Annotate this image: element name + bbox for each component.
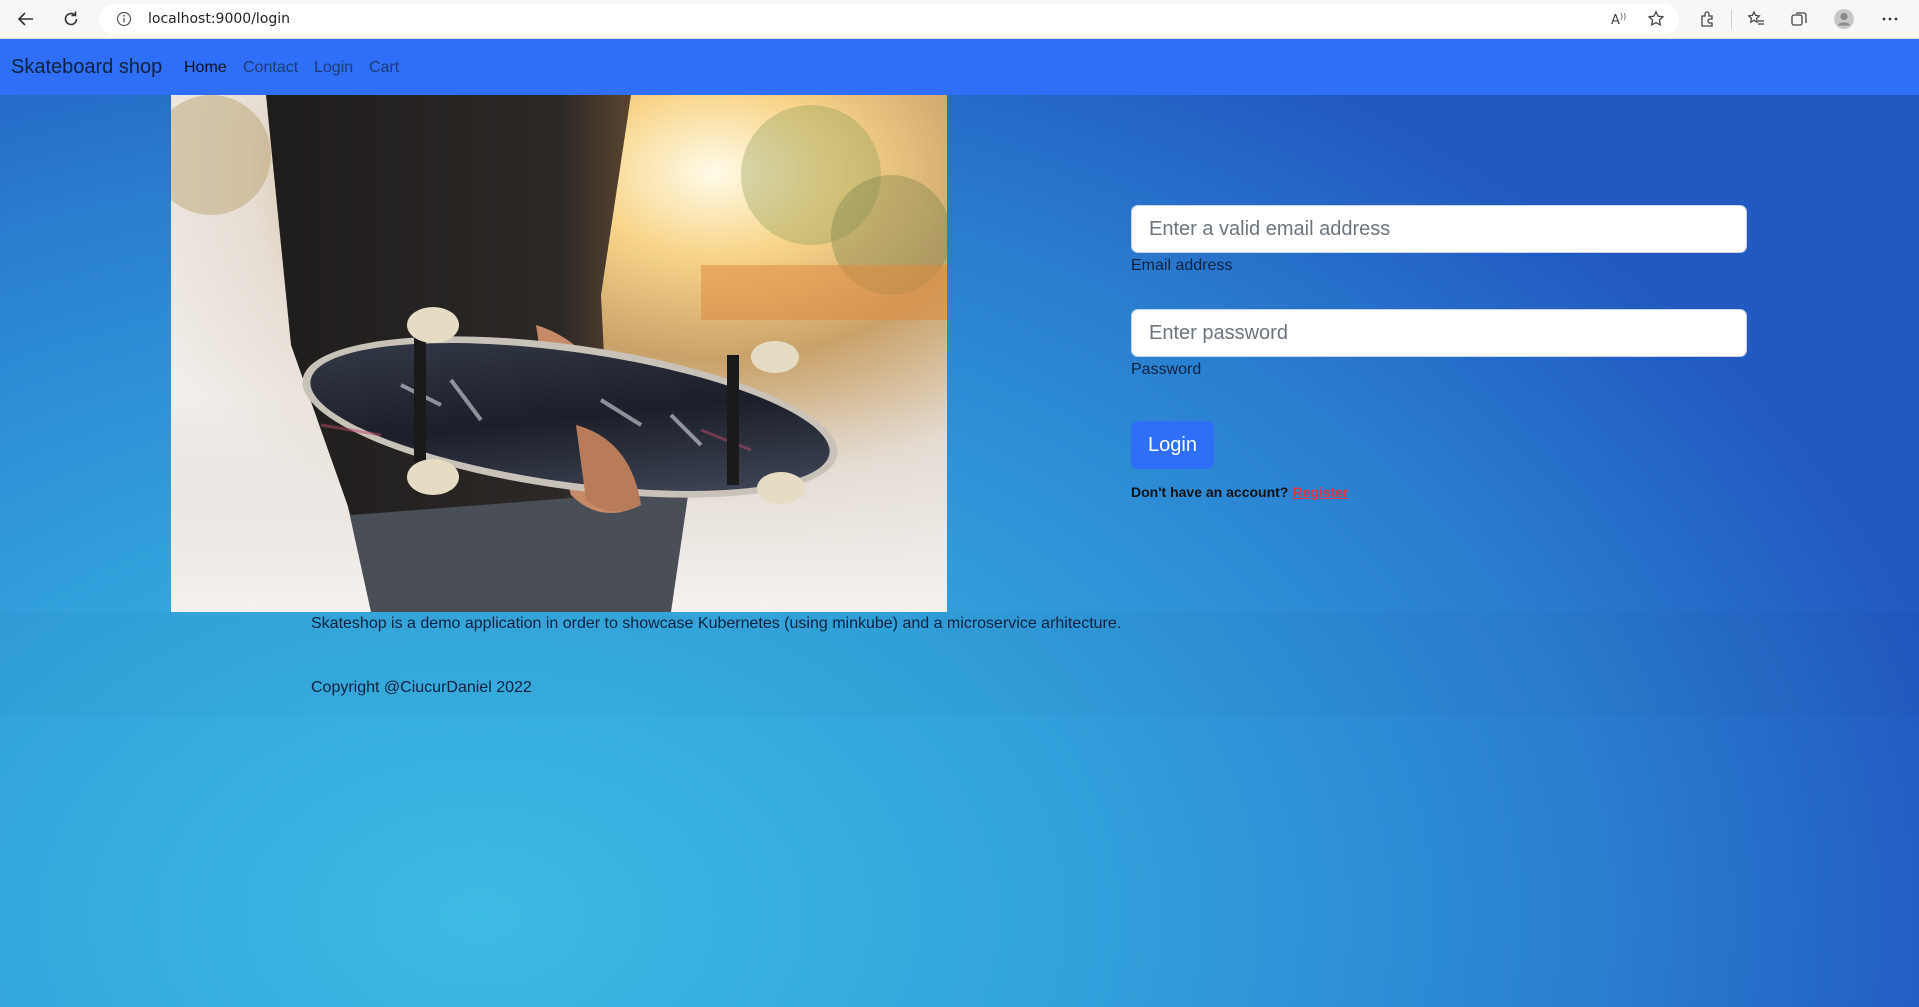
email-input[interactable] bbox=[1131, 205, 1747, 253]
svg-text:)): )) bbox=[1620, 12, 1626, 21]
site-info-icon[interactable] bbox=[116, 11, 132, 32]
toolbar-divider bbox=[1731, 10, 1732, 29]
password-input[interactable] bbox=[1131, 309, 1747, 357]
read-aloud-icon[interactable]: A)) bbox=[1608, 8, 1630, 30]
collections-icon[interactable] bbox=[1788, 8, 1810, 30]
extensions-icon[interactable] bbox=[1696, 8, 1718, 30]
navbar: Skateboard shop Home Contact Login Cart bbox=[0, 39, 1919, 95]
favorite-star-icon[interactable] bbox=[1645, 8, 1667, 30]
nav-link-contact[interactable]: Contact bbox=[243, 59, 298, 77]
nav-link-cart[interactable]: Cart bbox=[369, 59, 399, 77]
profile-avatar-icon[interactable] bbox=[1833, 8, 1855, 30]
email-label: Email address bbox=[1131, 257, 1233, 274]
about-text: Skateshop is a demo application in order… bbox=[311, 615, 1122, 632]
login-button[interactable]: Login bbox=[1131, 421, 1214, 469]
nav-link-login[interactable]: Login bbox=[314, 59, 353, 77]
register-link[interactable]: Register bbox=[1292, 484, 1348, 500]
reload-icon[interactable] bbox=[60, 8, 82, 30]
password-label: Password bbox=[1131, 361, 1202, 378]
svg-text:A: A bbox=[1611, 13, 1620, 28]
url-text: localhost:9000/login bbox=[148, 11, 291, 27]
nav-link-home[interactable]: Home bbox=[184, 59, 227, 77]
back-icon[interactable] bbox=[15, 8, 37, 30]
favorites-icon[interactable] bbox=[1745, 8, 1767, 30]
hero-skateboard-image bbox=[171, 95, 947, 612]
brand-link[interactable]: Skateboard shop bbox=[11, 56, 162, 79]
register-prompt: Don't have an account? Register bbox=[1131, 484, 1348, 500]
copyright-text: Copyright @CiucurDaniel 2022 bbox=[311, 679, 532, 696]
register-prompt-text: Don't have an account? bbox=[1131, 484, 1289, 500]
more-menu-icon[interactable] bbox=[1879, 8, 1901, 30]
address-bar[interactable] bbox=[99, 4, 1679, 34]
browser-toolbar: localhost:9000/login A)) bbox=[0, 0, 1919, 39]
